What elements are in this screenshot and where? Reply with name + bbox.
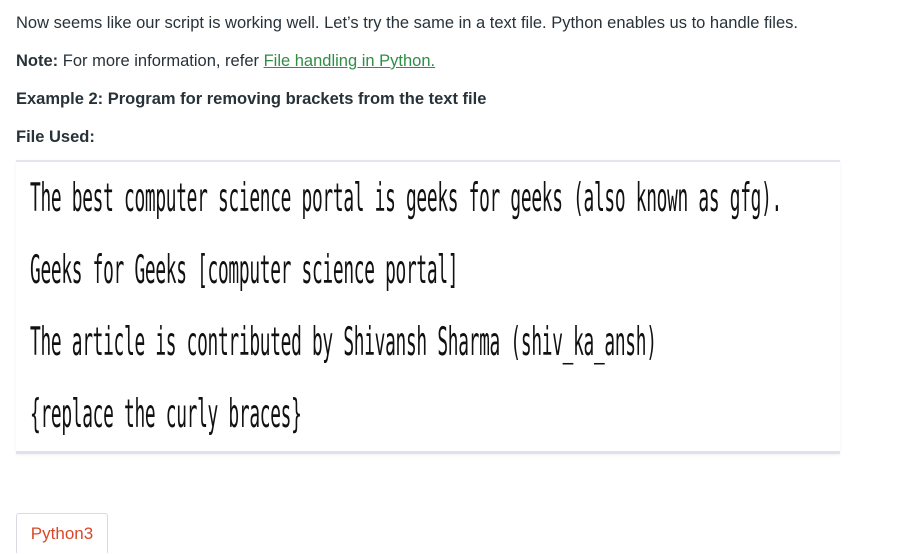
note-text: For more information, refer: [58, 52, 264, 70]
note-label: Note:: [16, 52, 59, 70]
file-line: Geeks for Geeks [computer science portal…: [30, 248, 459, 293]
intro-paragraph: Now seems like our script is working wel…: [16, 14, 798, 32]
file-handling-link[interactable]: File handling in Python.: [264, 52, 436, 70]
tab-python3[interactable]: Python3: [16, 513, 108, 553]
file-line: The article is contributed by Shivansh S…: [30, 320, 657, 365]
note-paragraph: Note: For more information, refer File h…: [16, 50, 435, 72]
example-heading: Example 2: Program for removing brackets…: [16, 90, 487, 108]
file-line: {replace the curly braces}: [30, 392, 302, 437]
file-used-label: File Used:: [16, 128, 95, 146]
file-line: The best computer science portal is geek…: [30, 176, 782, 221]
file-contents-image: The best computer science portal is geek…: [16, 160, 840, 454]
